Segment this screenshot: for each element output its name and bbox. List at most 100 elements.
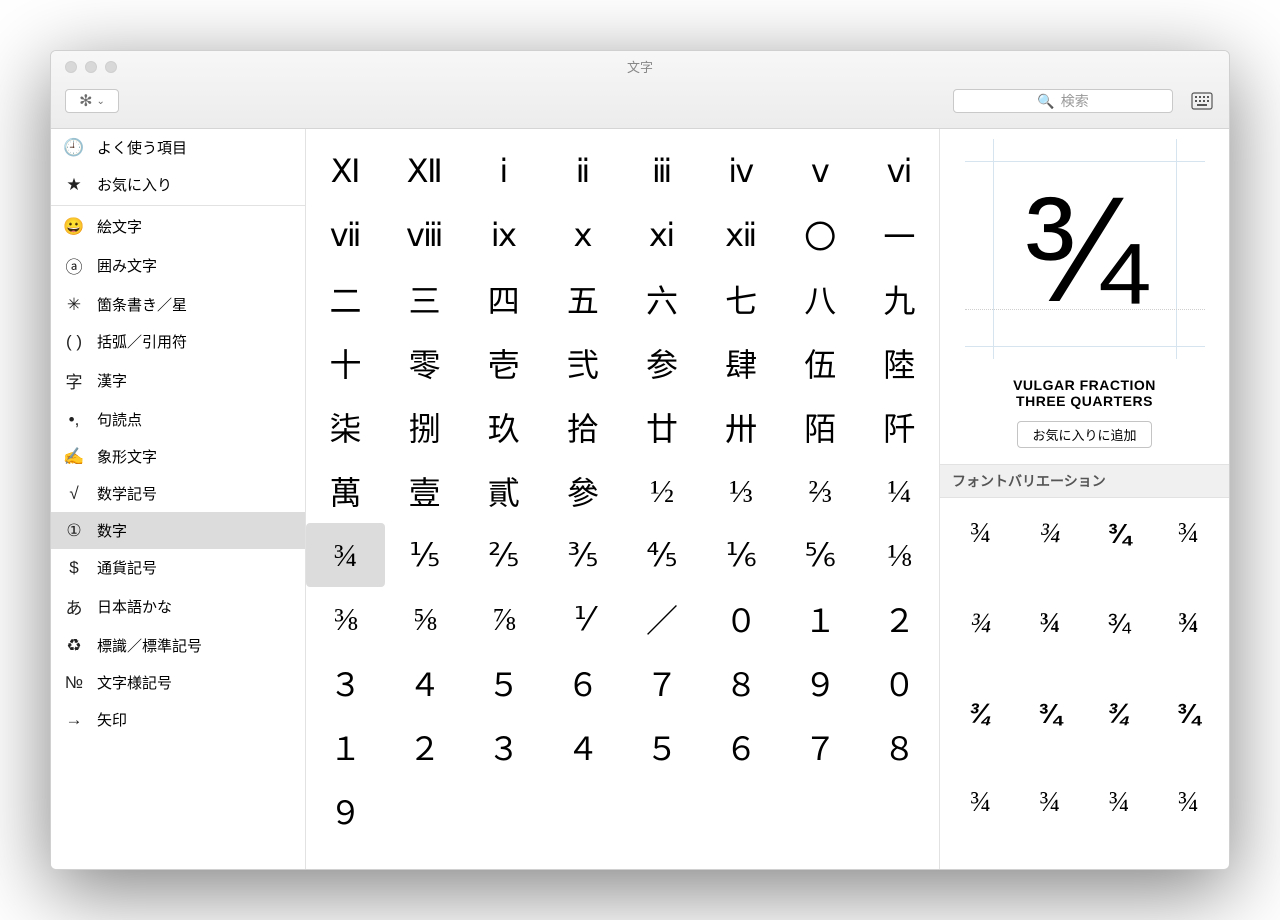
settings-menu-button[interactable]: ✻ ⌄: [65, 89, 119, 113]
character-cell[interactable]: ⅱ: [543, 139, 622, 203]
character-cell[interactable]: 十: [306, 331, 385, 395]
character-cell[interactable]: ７: [781, 715, 860, 779]
character-cell[interactable]: 拾: [543, 395, 622, 459]
character-cell[interactable]: 陌: [781, 395, 860, 459]
character-cell[interactable]: ９: [306, 779, 385, 843]
character-cell[interactable]: ⅜: [306, 587, 385, 651]
character-cell[interactable]: ８: [702, 651, 781, 715]
character-cell[interactable]: 玖: [464, 395, 543, 459]
sidebar-item-category[interactable]: 字漢字: [51, 360, 305, 401]
font-variation-cell[interactable]: ¾: [948, 775, 1013, 831]
character-cell[interactable]: ⅰ: [464, 139, 543, 203]
character-cell[interactable]: ５: [623, 715, 702, 779]
sidebar-item-category[interactable]: ♻標識／標準記号: [51, 627, 305, 664]
font-variation-cell[interactable]: ¾: [1087, 775, 1152, 831]
character-cell[interactable]: 伍: [781, 331, 860, 395]
character-cell[interactable]: ２: [385, 715, 464, 779]
character-cell[interactable]: 四: [464, 267, 543, 331]
character-cell[interactable]: 弐: [543, 331, 622, 395]
character-cell[interactable]: 六: [623, 267, 702, 331]
character-cell[interactable]: ⅹ: [543, 203, 622, 267]
sidebar-item-category[interactable]: ①数字: [51, 512, 305, 549]
character-cell[interactable]: 三: [385, 267, 464, 331]
character-cell[interactable]: ／: [623, 587, 702, 651]
character-cell[interactable]: ⅚: [781, 523, 860, 587]
character-cell[interactable]: ⅺ: [623, 203, 702, 267]
character-cell[interactable]: ⅵ: [860, 139, 939, 203]
character-cell[interactable]: ⅕: [385, 523, 464, 587]
sidebar-item-category[interactable]: №文字様記号: [51, 664, 305, 701]
font-variation-cell[interactable]: ¾: [1017, 775, 1082, 831]
character-cell[interactable]: 九: [860, 267, 939, 331]
font-variation-cell[interactable]: ¾: [1087, 596, 1152, 652]
character-cell[interactable]: Ⅺ: [306, 139, 385, 203]
font-variation-cell[interactable]: ¾: [1087, 506, 1152, 562]
character-cell[interactable]: ⅘: [623, 523, 702, 587]
character-cell[interactable]: ⅷ: [385, 203, 464, 267]
sidebar-item-category[interactable]: 😀絵文字: [51, 208, 305, 245]
character-cell[interactable]: ⅗: [543, 523, 622, 587]
sidebar-item-frequent[interactable]: 🕘 よく使う項目: [51, 129, 305, 166]
font-variation-cell[interactable]: ¾: [1017, 506, 1082, 562]
sidebar-item-category[interactable]: →矢印: [51, 701, 305, 738]
character-cell[interactable]: 五: [543, 267, 622, 331]
font-variation-cell[interactable]: ¾: [1017, 686, 1082, 742]
character-cell[interactable]: ７: [623, 651, 702, 715]
font-variation-cell[interactable]: ¾: [1156, 596, 1221, 652]
character-cell[interactable]: ４: [385, 651, 464, 715]
sidebar-item-category[interactable]: •,句読点: [51, 401, 305, 438]
sidebar-item-category[interactable]: √数学記号: [51, 475, 305, 512]
character-cell[interactable]: 陸: [860, 331, 939, 395]
character-cell[interactable]: ３: [306, 651, 385, 715]
font-variation-cell[interactable]: ¾: [1087, 686, 1152, 742]
search-input[interactable]: 🔍 検索: [953, 89, 1173, 113]
font-variation-cell[interactable]: ¾: [948, 686, 1013, 742]
sidebar-item-category[interactable]: あ日本語かな: [51, 586, 305, 627]
sidebar-item-category[interactable]: ⓐ囲み文字: [51, 245, 305, 286]
character-cell[interactable]: 肆: [702, 331, 781, 395]
character-cell[interactable]: ５: [464, 651, 543, 715]
character-cell[interactable]: ½: [623, 459, 702, 523]
character-cell[interactable]: 八: [781, 267, 860, 331]
compact-view-button[interactable]: [1187, 89, 1217, 113]
character-cell[interactable]: ⅛: [860, 523, 939, 587]
character-cell[interactable]: ⅻ: [702, 203, 781, 267]
character-cell[interactable]: ⅔: [781, 459, 860, 523]
character-cell[interactable]: ３: [464, 715, 543, 779]
font-variation-cell[interactable]: ¾: [1017, 596, 1082, 652]
character-cell[interactable]: 二: [306, 267, 385, 331]
character-cell[interactable]: ⅲ: [623, 139, 702, 203]
character-cell[interactable]: 参: [623, 331, 702, 395]
sidebar-item-category[interactable]: ✍象形文字: [51, 438, 305, 475]
font-variation-cell[interactable]: ¾: [1156, 506, 1221, 562]
sidebar-item-category[interactable]: ( )括弧／引用符: [51, 323, 305, 360]
font-variation-cell[interactable]: ¾: [948, 596, 1013, 652]
character-cell[interactable]: ⅶ: [306, 203, 385, 267]
sidebar-item-category[interactable]: ✳箇条書き／星: [51, 286, 305, 323]
font-variation-cell[interactable]: ¾: [1156, 775, 1221, 831]
character-cell[interactable]: ９: [781, 651, 860, 715]
character-cell[interactable]: ⅴ: [781, 139, 860, 203]
character-cell[interactable]: 壹: [385, 459, 464, 523]
character-cell[interactable]: ¼: [860, 459, 939, 523]
character-cell[interactable]: ⅟: [543, 587, 622, 651]
character-cell[interactable]: 萬: [306, 459, 385, 523]
character-cell[interactable]: 七: [702, 267, 781, 331]
character-cell[interactable]: 貳: [464, 459, 543, 523]
character-cell[interactable]: ⅸ: [464, 203, 543, 267]
character-cell[interactable]: 廿: [623, 395, 702, 459]
character-cell[interactable]: 零: [385, 331, 464, 395]
character-cell[interactable]: ⅞: [464, 587, 543, 651]
character-cell[interactable]: 一: [860, 203, 939, 267]
character-cell[interactable]: ８: [860, 715, 939, 779]
sidebar-item-category[interactable]: $通貨記号: [51, 549, 305, 586]
character-cell[interactable]: ¾: [306, 523, 385, 587]
character-cell[interactable]: ０: [702, 587, 781, 651]
character-cell[interactable]: ⅝: [385, 587, 464, 651]
character-grid[interactable]: ⅪⅫⅰⅱⅲⅳⅴⅵⅶⅷⅸⅹⅺⅻ〇一二三四五六七八九十零壱弐参肆伍陸柒捌玖拾廿卅陌阡…: [306, 129, 939, 869]
add-to-favorites-button[interactable]: お気に入りに追加: [1017, 421, 1151, 448]
character-cell[interactable]: ⅖: [464, 523, 543, 587]
font-variation-cell[interactable]: ¾: [1156, 686, 1221, 742]
sidebar-item-favorites[interactable]: ★ お気に入り: [51, 166, 305, 203]
font-variation-cell[interactable]: ¾: [948, 506, 1013, 562]
